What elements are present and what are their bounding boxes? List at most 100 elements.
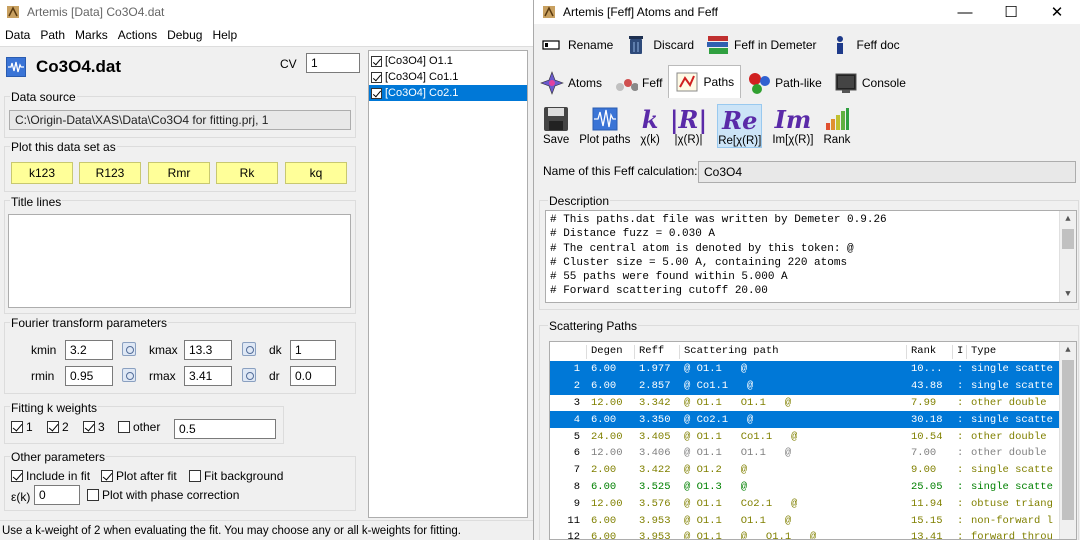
menu-marks[interactable]: Marks xyxy=(70,28,113,42)
path-list[interactable]: [Co3O4] O1.1 [Co3O4] Co1.1 [Co3O4] Co2.1 xyxy=(368,50,528,518)
description-line: # This paths.dat file was written by Dem… xyxy=(550,214,887,226)
kmin-input[interactable]: 3.2 xyxy=(65,340,113,360)
kw3-checkbox[interactable]: 3 xyxy=(83,420,105,434)
tab-feff[interactable]: Feff xyxy=(608,68,668,98)
dr-input[interactable]: 0.0 xyxy=(290,366,336,386)
table-row[interactable]: 8 6.00 3.525 @ O1.3 @ 25.05: single scatte xyxy=(550,479,1060,496)
cell-n: 2 xyxy=(573,380,580,393)
menu-actions[interactable]: Actions xyxy=(113,28,162,42)
chi-r-real-button[interactable]: Re Re[χ(R)] xyxy=(717,104,763,148)
chi-k-button[interactable]: k χ(k) xyxy=(640,104,659,147)
rank-bars-icon xyxy=(824,104,850,134)
cell-i: : xyxy=(957,531,964,540)
col-degen[interactable]: Degen xyxy=(591,345,623,357)
scroll-down-icon[interactable]: ▼ xyxy=(1060,286,1076,302)
minimize-icon[interactable]: — xyxy=(942,0,988,24)
kmax-pick-icon[interactable] xyxy=(242,342,256,356)
table-row[interactable]: 9 12.00 3.576 @ O1.1 Co2.1 @ 11.94: obtuse tr… xyxy=(550,495,1060,512)
close-icon[interactable]: ✕ xyxy=(1034,0,1080,24)
table-row[interactable]: 11 6.00 3.953 @ O1.1 O1.1 @ 15.15: non-forwar… xyxy=(550,512,1060,529)
col-type[interactable]: Type xyxy=(971,345,996,357)
table-row[interactable]: 2 6.00 2.857 @ Co1.1 @ 43.88: single scatte xyxy=(550,377,1060,395)
table-row[interactable]: 7 2.00 3.422 @ O1.2 @ 9.00: single scatte xyxy=(550,462,1060,479)
kw2-checkbox[interactable]: 2 xyxy=(47,420,69,434)
feff-doc-button[interactable]: Feff doc xyxy=(829,34,900,56)
rename-button[interactable]: Rename xyxy=(540,34,613,56)
cell-path: @ O1.2 @ xyxy=(684,464,748,477)
table-row[interactable]: 4 6.00 3.350 @ Co2.1 @ 30.18: single scatte xyxy=(550,411,1060,429)
table-row[interactable]: 5 24.00 3.405 @ O1.1 Co1.1 @ 10.54: other dou… xyxy=(550,428,1060,445)
include-in-fit-checkbox[interactable]: Include in fit xyxy=(11,469,90,483)
plot-k123-button[interactable]: k123 xyxy=(11,162,73,184)
col-path[interactable]: Scattering path xyxy=(684,345,779,357)
chi-r-imag-button[interactable]: Im Im[χ(R)] xyxy=(772,104,813,147)
plot-rmr-button[interactable]: Rmr xyxy=(148,162,210,184)
feff-name-field[interactable]: Co3O4 xyxy=(698,161,1076,183)
fit-background-checkbox[interactable]: Fit background xyxy=(189,469,283,483)
cell-reff: 3.953 xyxy=(639,531,671,540)
epsilon-input[interactable]: 0 xyxy=(34,485,80,505)
phase-correction-checkbox[interactable]: Plot with phase correction xyxy=(87,488,239,502)
data-plot-icon[interactable] xyxy=(6,57,26,77)
rmin-input[interactable]: 0.95 xyxy=(65,366,113,386)
list-item[interactable]: [Co3O4] O1.1 xyxy=(369,53,527,69)
other-params-title: Other parameters xyxy=(10,450,107,464)
menu-data[interactable]: Data xyxy=(0,28,35,42)
kw-other-checkbox[interactable]: other xyxy=(118,420,160,434)
description-textarea[interactable]: # This paths.dat file was written by Dem… xyxy=(545,210,1077,303)
tab-atoms[interactable]: Atoms xyxy=(534,68,608,98)
paths-table[interactable]: Degen Reff Scattering path Rank I Type 1… xyxy=(549,341,1077,540)
data-source-field[interactable]: C:\Origin-Data\XAS\Data\Co3O4 for fittin… xyxy=(9,110,351,130)
col-rank[interactable]: Rank xyxy=(911,345,936,357)
plot-rk-button[interactable]: Rk xyxy=(216,162,278,184)
console-icon xyxy=(834,71,858,95)
table-row[interactable]: 6 12.00 3.406 @ O1.1 O1.1 @ 7.00: other doubl… xyxy=(550,445,1060,462)
description-scrollbar[interactable]: ▲ ▼ xyxy=(1059,211,1076,302)
save-button[interactable]: Save xyxy=(543,104,569,146)
rmax-input[interactable]: 3.41 xyxy=(184,366,232,386)
cell-i: : xyxy=(957,363,964,376)
cell-n: 11 xyxy=(567,514,580,527)
cell-rank: 13.41 xyxy=(911,531,943,540)
status-bar: Use a k-weight of 2 when evaluating the … xyxy=(0,520,533,540)
chi-r-mag-button[interactable]: |R| |χ(R)| xyxy=(670,104,707,147)
kw-other-input[interactable]: 0.5 xyxy=(174,419,276,439)
menu-debug[interactable]: Debug xyxy=(162,28,207,42)
rmax-pick-icon[interactable] xyxy=(242,368,256,382)
maximize-icon[interactable]: ☐ xyxy=(988,0,1034,24)
cell-reff: 3.350 xyxy=(639,413,671,426)
plot-kq-button[interactable]: kq xyxy=(285,162,347,184)
col-i[interactable]: I xyxy=(957,345,963,357)
ft-params-title: Fourier transform parameters xyxy=(10,316,169,330)
list-item[interactable]: [Co3O4] Co1.1 xyxy=(369,69,527,85)
kmin-pick-icon[interactable] xyxy=(122,342,136,356)
rmin-pick-icon[interactable] xyxy=(122,368,136,382)
tab-console[interactable]: Console xyxy=(828,68,912,98)
tab-path-like[interactable]: Path-like xyxy=(741,68,828,98)
kw1-checkbox[interactable]: 1 xyxy=(11,420,33,434)
col-reff[interactable]: Reff xyxy=(639,345,664,357)
plot-paths-button[interactable]: Plot paths xyxy=(579,104,630,146)
feff-in-demeter-button[interactable]: Feff in Demeter xyxy=(706,34,817,56)
cell-i: : xyxy=(957,413,964,426)
kmax-input[interactable]: 13.3 xyxy=(184,340,232,360)
paths-scrollbar[interactable]: ▲ xyxy=(1059,342,1076,539)
table-row[interactable]: 12 6.00 3.953 @ O1.1 @ O1.1 @ 13.41: forward … xyxy=(550,529,1060,540)
epsilon-label: ε(k) xyxy=(11,490,31,504)
menu-path[interactable]: Path xyxy=(35,28,70,42)
tab-paths[interactable]: Paths xyxy=(668,65,742,98)
table-row[interactable]: 3 12.00 3.342 @ O1.1 O1.1 @ 7.99: other doubl… xyxy=(550,395,1060,412)
discard-button[interactable]: Discard xyxy=(625,34,694,56)
list-item[interactable]: [Co3O4] Co2.1 xyxy=(369,85,527,101)
feff-window-title: Artemis [Feff] Atoms and Feff xyxy=(563,5,718,19)
plot-r123-button[interactable]: R123 xyxy=(79,162,141,184)
plot-after-fit-checkbox[interactable]: Plot after fit xyxy=(101,469,177,483)
dk-input[interactable]: 1 xyxy=(290,340,336,360)
cv-input[interactable]: 1 xyxy=(306,53,360,73)
table-row[interactable]: 1 6.00 1.977 @ O1.1 @ 10...: single scatte xyxy=(550,361,1060,378)
scroll-up-icon[interactable]: ▲ xyxy=(1060,211,1076,227)
menu-help[interactable]: Help xyxy=(207,28,242,42)
rank-button[interactable]: Rank xyxy=(824,104,850,146)
scroll-up-icon[interactable]: ▲ xyxy=(1060,342,1076,358)
title-lines-textarea[interactable] xyxy=(8,214,351,308)
